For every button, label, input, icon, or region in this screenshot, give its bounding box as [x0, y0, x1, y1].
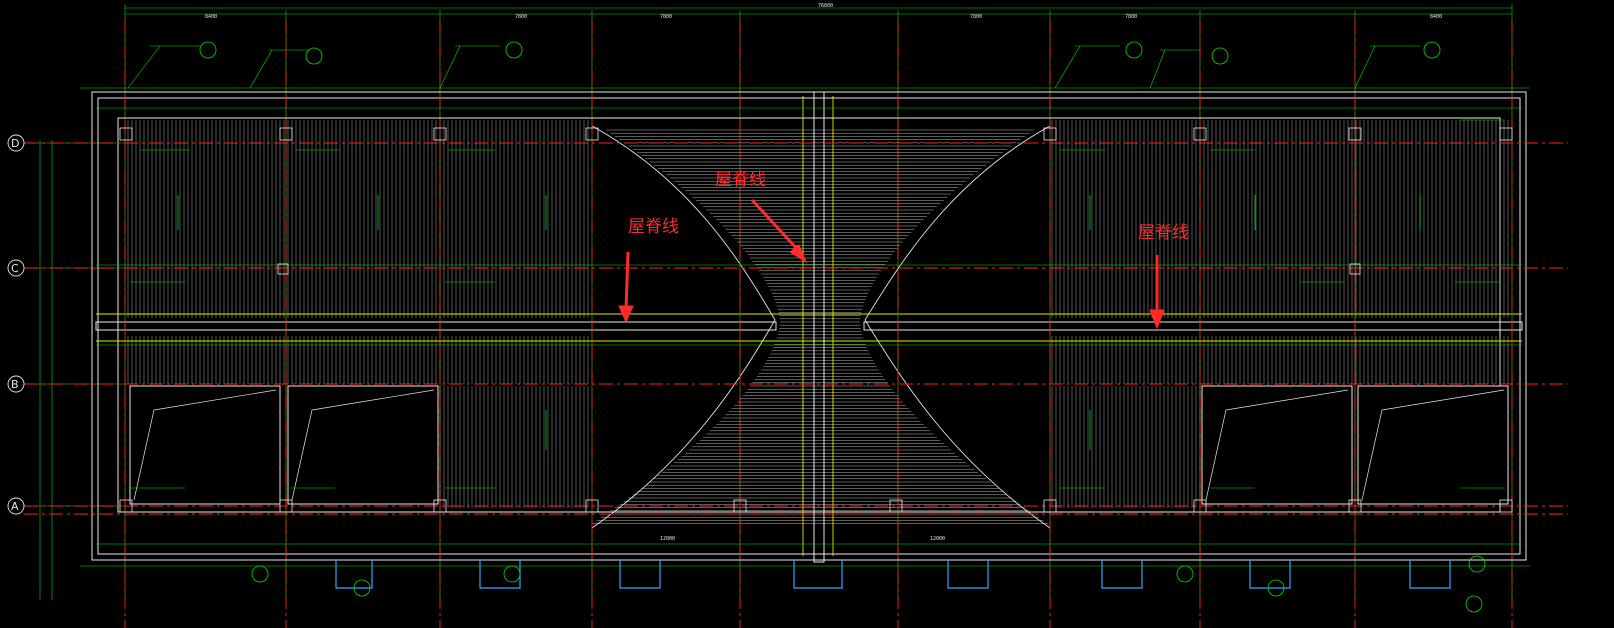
dimension-text: 7800 — [515, 14, 527, 20]
dimension-text: 7800 — [970, 14, 982, 20]
grid-axes — [24, 20, 1568, 628]
ridge-line-label-right: 屋脊线 — [1138, 223, 1189, 243]
ridge-callouts: 屋脊线 屋脊线 屋脊线 — [618, 170, 1189, 330]
detail-callout-circles — [199, 41, 1486, 613]
axis-bubbles — [7, 134, 25, 515]
dimension-text: 8400 — [205, 14, 217, 20]
valley-hatch — [591, 129, 1049, 524]
dimension-text: 7800 — [1125, 14, 1137, 20]
ridge-line-label-left: 屋脊线 — [628, 217, 679, 237]
red-arrow-icon — [750, 198, 808, 264]
axis-label-a: A — [11, 500, 19, 513]
dimension-text: 12000 — [660, 536, 675, 542]
red-arrow-icon — [618, 251, 634, 324]
left-dimension-chain — [34, 140, 125, 600]
valley-curves — [591, 125, 1051, 529]
axis-label-c: C — [11, 262, 19, 275]
dimension-text: 8400 — [1430, 14, 1442, 20]
axis-label-b: B — [11, 378, 19, 391]
dimension-text: 7800 — [660, 14, 672, 20]
skylights — [129, 385, 1509, 505]
overall-dimension-text: 76800 — [818, 3, 833, 9]
roof-plan-drawing: 76800 8400 7800 7800 7800 7800 8400 1200… — [7, 3, 1568, 628]
ridge-line-label-center: 屋脊线 — [715, 170, 766, 190]
axis-label-d: D — [11, 137, 19, 150]
dimension-text: 12000 — [930, 536, 945, 542]
